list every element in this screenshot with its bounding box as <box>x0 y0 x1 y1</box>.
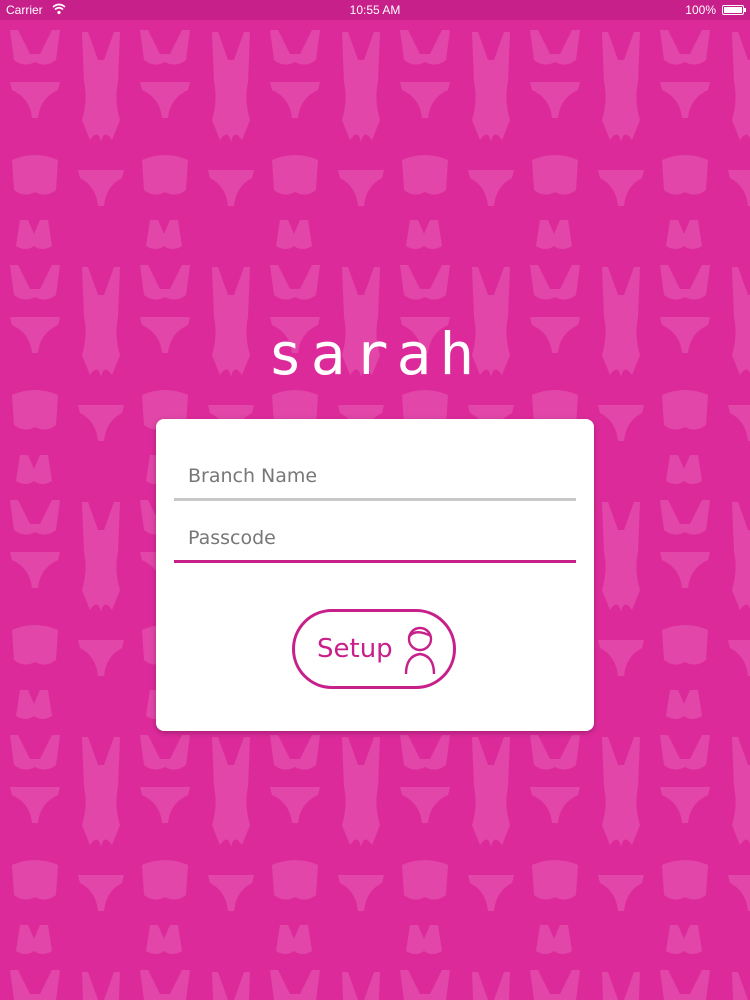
branch-name-underline <box>174 498 576 501</box>
battery-percent: 100% <box>685 3 716 17</box>
app-logo: sarah <box>267 320 483 388</box>
battery-icon <box>722 5 746 15</box>
login-card: Setup <box>156 419 594 731</box>
person-icon <box>403 624 437 679</box>
setup-button[interactable]: Setup <box>292 609 456 689</box>
status-bar: Carrier 10:55 AM 100% <box>0 0 750 20</box>
passcode-input[interactable] <box>174 517 576 559</box>
status-time: 10:55 AM <box>349 3 401 17</box>
passcode-underline <box>174 560 576 563</box>
setup-button-label: Setup <box>317 634 393 664</box>
branch-name-input[interactable] <box>174 455 576 497</box>
